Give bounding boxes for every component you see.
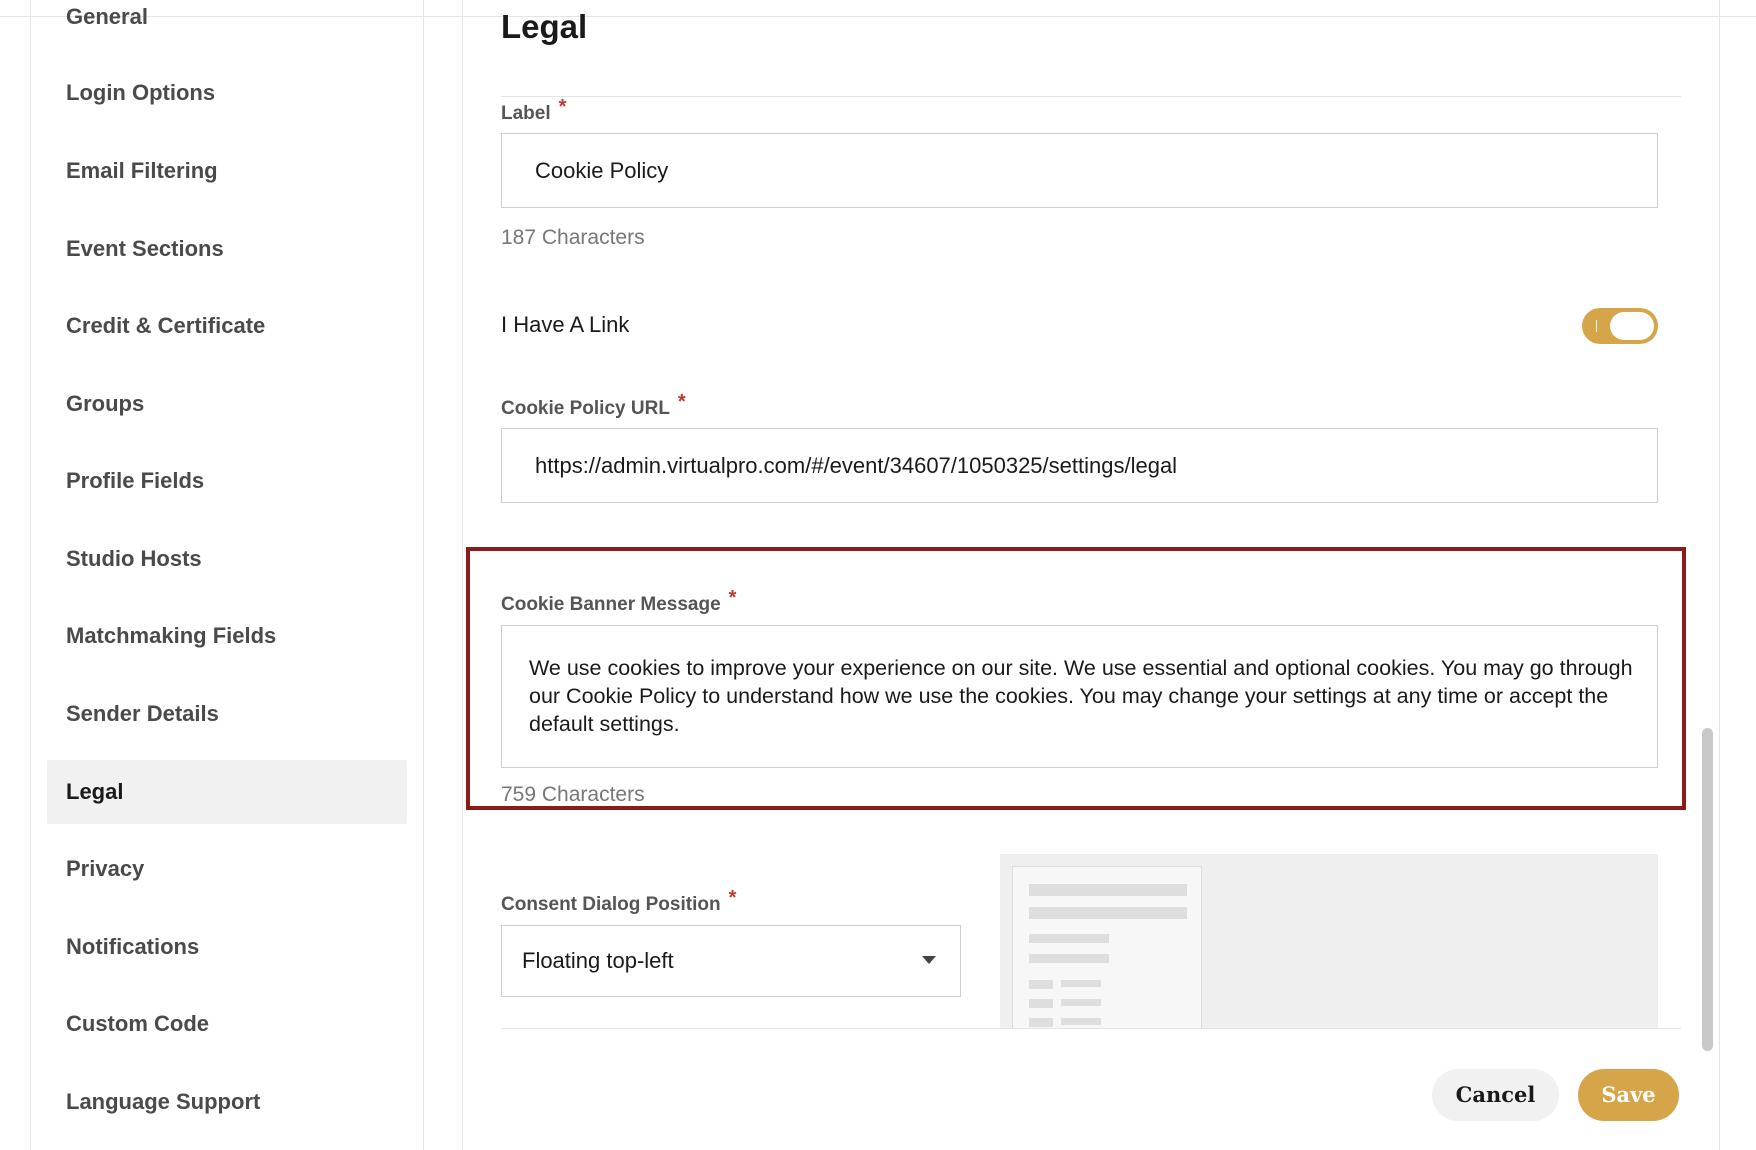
url-field-label-text: Cookie Policy URL	[501, 398, 670, 419]
sidebar-item-groups[interactable]: Groups	[47, 372, 407, 436]
sidebar-item-profile-fields[interactable]: Profile Fields	[47, 449, 407, 513]
sidebar-item-label: Language Support	[66, 1089, 261, 1114]
scrollbar-thumb[interactable]	[1702, 728, 1713, 1051]
banner-field-label: Cookie Banner Message *	[501, 587, 736, 616]
url-field-label: Cookie Policy URL *	[501, 391, 686, 420]
preview-checkbox	[1029, 999, 1053, 1008]
sidebar-item-label: Matchmaking Fields	[66, 623, 277, 648]
sidebar-item-email-filtering[interactable]: Email Filtering	[47, 139, 407, 203]
toggle-knob	[1610, 312, 1654, 340]
preview-line	[1061, 980, 1101, 987]
cancel-button[interactable]: Cancel	[1432, 1069, 1559, 1121]
page-title: Legal	[501, 8, 588, 45]
preview-line	[1061, 1018, 1101, 1025]
save-button[interactable]: Save	[1578, 1069, 1679, 1121]
consent-dialog-preview	[1000, 854, 1658, 1029]
sidebar-item-label: Sender Details	[66, 701, 219, 726]
title-divider	[501, 96, 1681, 97]
sidebar-item-language-support[interactable]: Language Support	[47, 1070, 407, 1134]
sidebar-item-label: Email Filtering	[66, 158, 218, 183]
banner-field-label-text: Cookie Banner Message	[501, 594, 721, 615]
label-field-label: Label *	[501, 96, 566, 125]
caret-down-icon	[922, 956, 936, 964]
settings-sidebar: General Login Options Email Filtering Ev…	[30, 0, 424, 1150]
sidebar-item-label: Profile Fields	[66, 468, 205, 493]
sidebar-item-label: Event Sections	[66, 236, 224, 261]
toggle-on-indicator	[1596, 320, 1597, 332]
sidebar-item-general[interactable]: General	[47, 0, 407, 49]
position-field-label: Consent Dialog Position *	[501, 887, 736, 916]
sidebar-item-studio-hosts[interactable]: Studio Hosts	[47, 527, 407, 591]
sidebar-item-privacy[interactable]: Privacy	[47, 837, 407, 901]
sidebar-item-sender-details[interactable]: Sender Details	[47, 682, 407, 746]
sidebar-item-event-sections[interactable]: Event Sections	[47, 217, 407, 281]
cookie-banner-message-textarea[interactable]: We use cookies to improve your experienc…	[501, 625, 1658, 768]
required-marker: *	[558, 96, 567, 118]
sidebar-item-legal[interactable]: Legal	[47, 760, 407, 824]
consent-dialog-position-value: Floating top-left	[522, 948, 674, 973]
sidebar-item-label: Credit & Certificate	[66, 313, 266, 338]
label-input[interactable]: Cookie Policy	[501, 133, 1658, 208]
link-toggle-label: I Have A Link	[501, 312, 630, 337]
preview-checkbox	[1029, 1018, 1053, 1027]
sidebar-item-credit-certificate[interactable]: Credit & Certificate	[47, 294, 407, 358]
footer-divider	[501, 1028, 1681, 1029]
banner-char-count: 759 Characters	[501, 783, 645, 806]
sidebar-item-label: Login Options	[66, 80, 216, 105]
sidebar-item-notifications[interactable]: Notifications	[47, 915, 407, 979]
label-char-count: 187 Characters	[501, 226, 645, 249]
cookie-policy-url-input[interactable]: https://admin.virtualpro.com/#/event/346…	[501, 428, 1658, 503]
preview-line	[1029, 907, 1187, 919]
sidebar-item-matchmaking-fields[interactable]: Matchmaking Fields	[47, 604, 407, 668]
sidebar-item-label: Groups	[66, 391, 145, 416]
sidebar-item-label: General	[66, 4, 148, 29]
label-field-label-text: Label	[501, 103, 551, 124]
sidebar-item-label: Studio Hosts	[66, 546, 202, 571]
required-marker: *	[677, 391, 686, 413]
preview-line	[1061, 999, 1101, 1006]
consent-dialog-position-select[interactable]: Floating top-left	[501, 925, 961, 997]
sidebar-item-label: Privacy	[66, 856, 145, 881]
sidebar-item-login-options[interactable]: Login Options	[47, 61, 407, 125]
preview-checkbox	[1029, 980, 1053, 989]
preview-line	[1029, 934, 1109, 943]
sidebar-item-label: Custom Code	[66, 1011, 209, 1036]
preview-line	[1029, 884, 1187, 896]
preview-line	[1029, 954, 1109, 963]
required-marker: *	[728, 887, 737, 909]
position-field-label-text: Consent Dialog Position	[501, 894, 721, 915]
preview-dialog-card	[1012, 866, 1202, 1029]
required-marker: *	[728, 587, 737, 609]
sidebar-item-label: Legal	[66, 779, 124, 804]
sidebar-item-custom-code[interactable]: Custom Code	[47, 992, 407, 1056]
sidebar-item-label: Notifications	[66, 934, 200, 959]
link-toggle[interactable]	[1582, 308, 1658, 344]
